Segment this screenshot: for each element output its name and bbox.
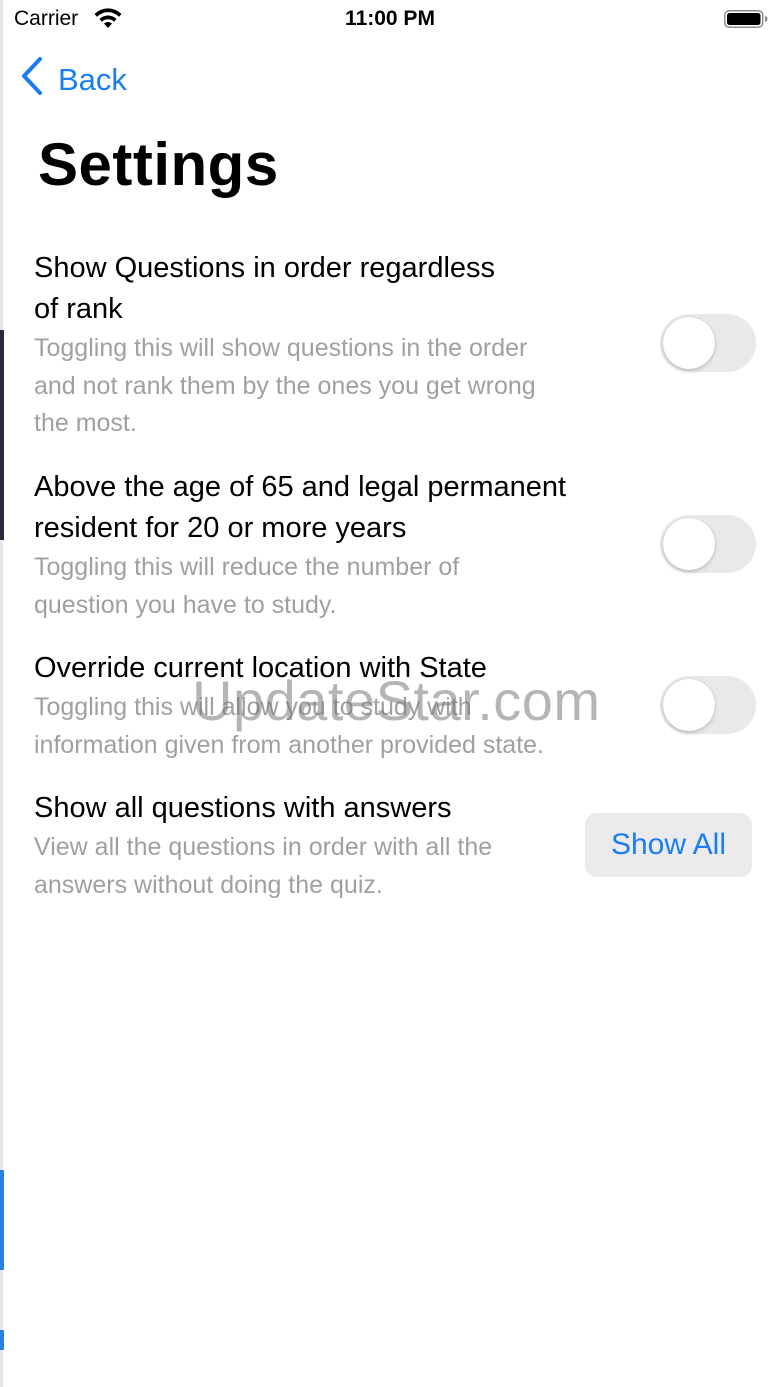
status-bar: Carrier 11:00 PM (0, 0, 780, 44)
setting-description-line: answers without doing the quiz. (34, 870, 383, 899)
setting-title: Above the age of 65 and legal permanent … (34, 467, 634, 549)
back-button[interactable]: Back (20, 56, 127, 104)
age-65-toggle[interactable] (660, 515, 756, 573)
setting-row-age-65: Above the age of 65 and legal permanent … (34, 467, 764, 624)
setting-description-line: View all the questions in order with all… (34, 833, 493, 861)
toggle-knob (663, 518, 715, 570)
setting-title: Show Questions in order regardless of ra… (34, 248, 634, 330)
setting-description-line: and not rank them by the ones you get wr… (34, 371, 536, 400)
override-location-toggle[interactable] (660, 676, 756, 734)
setting-title-line: Above the age of 65 and legal permanent (34, 471, 567, 503)
question-order-toggle[interactable] (660, 314, 756, 372)
setting-row-question-order: Show Questions in order regardless of ra… (34, 248, 764, 443)
setting-description: Toggling this will allow you to study wi… (34, 689, 644, 764)
toggle-knob (663, 679, 715, 731)
setting-description-line: information given from another provided … (34, 730, 544, 759)
setting-description-line: Toggling this will allow you to study wi… (34, 693, 472, 721)
setting-title-line: Show all questions with answers (34, 792, 452, 824)
setting-title: Override current location with State (34, 648, 634, 689)
setting-description: View all the questions in order with all… (34, 829, 574, 904)
setting-description-line: Toggling this will show questions in the… (34, 334, 528, 362)
setting-description-line: Toggling this will reduce the number of (34, 553, 460, 581)
clock: 11:00 PM (345, 7, 435, 30)
previous-screen-fragment (0, 1170, 4, 1270)
setting-description-line: question you have to study. (34, 590, 337, 619)
chevron-left-icon (20, 56, 58, 104)
setting-description-line: the most. (34, 409, 137, 437)
battery-full-icon (724, 10, 768, 28)
setting-description: Toggling this will show questions in the… (34, 330, 644, 443)
show-all-button[interactable]: Show All (585, 813, 752, 877)
previous-screen-fragment (0, 1330, 4, 1350)
setting-title-line: of rank (34, 293, 123, 325)
setting-title-line: Override current location with State (34, 652, 487, 684)
setting-title-line: resident for 20 or more years (34, 512, 407, 544)
toggle-knob (663, 317, 715, 369)
page-title: Settings (38, 131, 279, 198)
back-label: Back (58, 62, 127, 97)
setting-title-line: Show Questions in order regardless (34, 252, 496, 284)
previous-screen-fragment (0, 330, 4, 540)
setting-row-override-location: Override current location with State Tog… (34, 648, 764, 764)
setting-title: Show all questions with answers (34, 788, 634, 829)
setting-description: Toggling this will reduce the number of … (34, 549, 644, 624)
